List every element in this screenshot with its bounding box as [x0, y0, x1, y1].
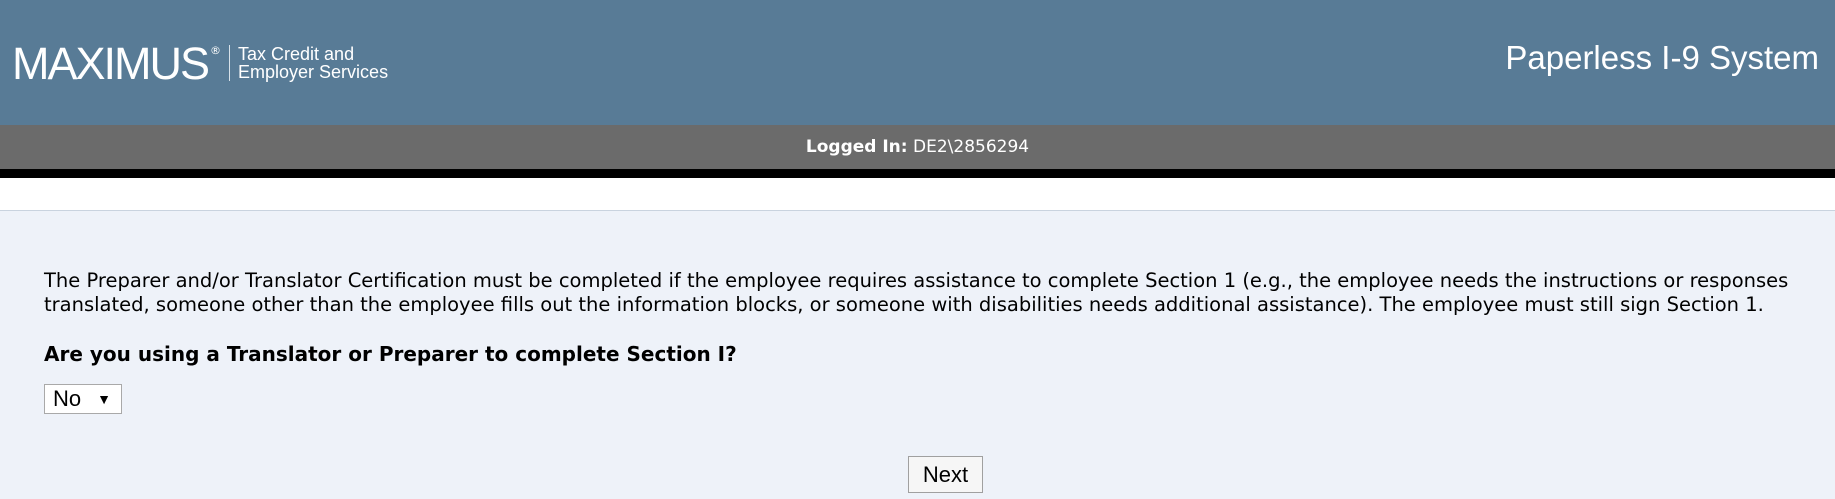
- translator-select-value: No: [53, 386, 82, 411]
- translator-select[interactable]: No ▼: [44, 384, 122, 414]
- dropdown-arrow-icon: ▼: [97, 391, 111, 407]
- logged-in-user: DE2\2856294: [913, 137, 1030, 157]
- logo-subtitle-line2: Employer Services: [238, 62, 389, 82]
- logo-subtitle: Tax Credit and Employer Services: [238, 45, 418, 81]
- logo-subtitle-line1: Tax Credit and: [238, 44, 355, 64]
- logo-wordmark: MAXIMUS: [12, 37, 210, 89]
- main-content: The Preparer and/or Translator Certifica…: [0, 210, 1835, 499]
- app-title: Paperless I-9 System: [1505, 39, 1819, 76]
- logo-divider: [229, 45, 231, 81]
- logged-in-label: Logged In:: [805, 137, 908, 157]
- next-button[interactable]: Next: [908, 456, 983, 493]
- header-divider: [0, 169, 1835, 178]
- maximus-logo: MAXIMUS ® Tax Credit and Employer Servic…: [12, 37, 418, 89]
- translator-question: Are you using a Translator or Preparer t…: [44, 342, 737, 366]
- header: MAXIMUS ® Tax Credit and Employer Servic…: [0, 0, 1835, 125]
- login-status-bar: Logged In: DE2\2856294: [0, 125, 1835, 169]
- logo-registered-mark: ®: [210, 44, 222, 57]
- certification-description: The Preparer and/or Translator Certifica…: [44, 269, 1789, 316]
